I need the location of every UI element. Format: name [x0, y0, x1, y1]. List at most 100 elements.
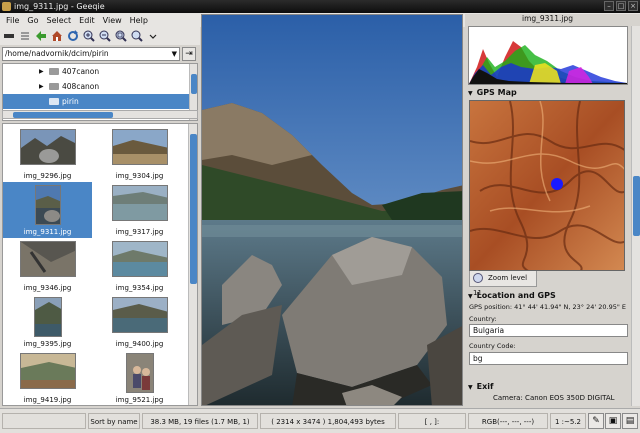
list-view-icon[interactable] — [19, 30, 31, 42]
sort-button[interactable]: Sort by name — [88, 413, 140, 429]
thumbnail-item[interactable]: img_9304.jpg — [95, 126, 184, 182]
gps-map[interactable] — [469, 100, 625, 271]
tree-item-408canon[interactable]: ▶ 408canon — [3, 79, 197, 94]
back-icon[interactable] — [35, 30, 47, 42]
zoom-100-icon[interactable] — [131, 30, 143, 42]
go-button[interactable]: ⇥ — [182, 47, 196, 61]
thumbnail-image — [111, 297, 168, 333]
thumbnail-item[interactable]: img_9296.jpg — [3, 126, 92, 182]
thumbnail-item[interactable]: img_9419.jpg — [3, 350, 92, 405]
folder-open-icon — [49, 98, 59, 105]
thumbnail-item[interactable]: img_9346.jpg — [3, 238, 92, 294]
thumbnail-image — [111, 241, 168, 277]
thumbnail-image — [111, 129, 168, 165]
location-header[interactable]: ▼ Location and GPS — [468, 291, 556, 300]
scrollbar-thumb[interactable] — [633, 176, 640, 236]
thumbnail-item[interactable]: img_9395.jpg — [3, 294, 92, 350]
tree-item-pirin[interactable]: pirin — [3, 94, 197, 109]
info-sidebar: img_9311.jpg ▼ GPS Map Zoom level 11 ▼ L… — [465, 14, 640, 406]
scrollbar-thumb[interactable] — [190, 134, 197, 284]
thumbnail-item[interactable]: img_9354.jpg — [95, 238, 184, 294]
tree-item-label: 408canon — [62, 82, 100, 91]
zoom-out-icon[interactable] — [99, 30, 111, 42]
thumbnail-scrollbar[interactable] — [188, 124, 197, 405]
window-title: img_9311.jpg - Geeqie — [14, 2, 105, 11]
thumbnail-item[interactable]: img_9311.jpg — [3, 182, 92, 238]
thumbnail-grid: img_9296.jpg img_9304.jpg img_9311.jpg i… — [2, 123, 198, 406]
path-input[interactable]: /home/nadvornik/dcim/pirin ▼ — [2, 47, 180, 61]
expander-icon[interactable]: ▶ — [39, 64, 44, 79]
zoom-in-icon[interactable] — [83, 30, 95, 42]
thumbnail-caption: img_9346.jpg — [23, 284, 72, 292]
thumbnail-image — [111, 185, 168, 221]
exif-camera: Camera: Canon EOS 350D DIGITAL — [493, 394, 615, 402]
dropdown-icon[interactable] — [147, 30, 159, 42]
close-icon[interactable]: × — [628, 1, 638, 11]
status-files: 38.3 MB, 19 files (1.7 MB, 1) — [142, 413, 258, 429]
scrollbar-thumb[interactable] — [191, 74, 197, 94]
thumbnail-caption: img_9400.jpg — [115, 340, 164, 348]
tree-horizontal-scrollbar[interactable] — [2, 110, 198, 119]
path-row: /home/nadvornik/dcim/pirin ▼ ⇥ — [0, 46, 198, 62]
menu-edit[interactable]: Edit — [75, 16, 99, 25]
sidebar-scrollbar[interactable] — [631, 26, 640, 406]
country-code-label: Country Code: — [469, 342, 516, 350]
status-progress — [2, 413, 86, 429]
status-bar: Sort by name 38.3 MB, 19 files (1.7 MB, … — [0, 408, 640, 433]
chevron-down-icon[interactable]: ▼ — [172, 48, 177, 60]
main-image-view[interactable] — [201, 14, 463, 406]
tree-item-407canon[interactable]: ▶ 407canon — [3, 64, 197, 79]
minimize-icon[interactable]: – — [604, 1, 614, 11]
refresh-icon[interactable] — [67, 30, 79, 42]
thumbnail-caption: img_9304.jpg — [115, 172, 164, 180]
expander-icon: ▼ — [468, 384, 473, 391]
menu-help[interactable]: Help — [126, 16, 152, 25]
exif-header[interactable]: ▼ Exif — [468, 382, 493, 391]
window-controls: – □ × — [604, 1, 638, 11]
thumbnails-icon[interactable] — [3, 30, 15, 42]
expander-icon: ▼ — [468, 90, 473, 97]
expander-icon[interactable]: ▶ — [39, 79, 44, 94]
menu-file[interactable]: File — [2, 16, 23, 25]
thumbnail-caption: img_9395.jpg — [23, 340, 72, 348]
folder-icon — [49, 83, 59, 90]
country-code-field[interactable]: bg — [469, 352, 628, 365]
menu-go[interactable]: Go — [23, 16, 42, 25]
thumbnail-caption: img_9354.jpg — [115, 284, 164, 292]
thumbnail-image — [19, 353, 76, 389]
expander-icon: ▼ — [468, 293, 473, 300]
status-zoom: 1 :~5.2 — [550, 413, 586, 429]
thumbnail-image — [34, 185, 61, 225]
gps-map-header[interactable]: ▼ GPS Map — [468, 88, 517, 97]
edit-icon[interactable]: ✎ — [588, 413, 604, 429]
home-icon[interactable] — [51, 30, 63, 42]
thumbnail-item[interactable]: img_9400.jpg — [95, 294, 184, 350]
thumbnail-caption: img_9296.jpg — [23, 172, 72, 180]
menu-view[interactable]: View — [99, 16, 126, 25]
color-profile-icon[interactable]: ▣ — [605, 413, 621, 429]
country-field[interactable]: Bulgaria — [469, 324, 628, 337]
thumbnail-item[interactable]: img_9317.jpg — [95, 182, 184, 238]
gps-marker[interactable] — [551, 178, 563, 190]
title-bar: img_9311.jpg - Geeqie – □ × — [0, 0, 640, 13]
arrow-right-icon: ⇥ — [185, 49, 193, 59]
maximize-icon[interactable]: □ — [616, 1, 626, 11]
gps-position-text: GPS position: 41° 44' 41.94" N, 23° 24' … — [469, 303, 627, 311]
app-icon — [2, 2, 11, 11]
toolbar — [0, 27, 200, 45]
thumbnail-image — [19, 129, 76, 165]
thumbnail-item[interactable]: img_9521.jpg — [95, 350, 184, 405]
country-label: Country: — [469, 315, 497, 323]
thumbnail-caption: img_9311.jpg — [23, 228, 72, 236]
scrollbar-thumb[interactable] — [13, 112, 113, 118]
tree-item-label: 407canon — [62, 67, 100, 76]
zoom-fit-icon[interactable] — [115, 30, 127, 42]
thumbnail-caption: img_9419.jpg — [23, 396, 72, 404]
histogram — [468, 26, 628, 85]
menu-select[interactable]: Select — [42, 16, 75, 25]
zoom-level-tab[interactable]: Zoom level 11 — [469, 271, 537, 297]
status-dimensions: ( 2314 x 3474 ) 1,804,493 bytes — [260, 413, 396, 429]
magnifier-icon — [473, 273, 483, 283]
thumbnail-image — [125, 353, 154, 393]
save-icon[interactable]: ▤ — [622, 413, 638, 429]
